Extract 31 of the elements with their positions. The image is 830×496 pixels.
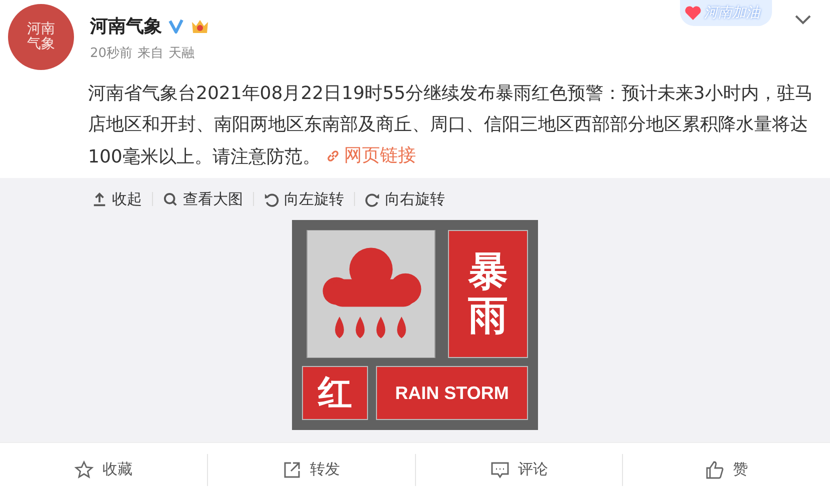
author-name[interactable]: 河南气象 bbox=[90, 14, 162, 38]
source-name[interactable]: 天融 bbox=[168, 44, 195, 62]
sign-level: 红 bbox=[302, 366, 368, 420]
chevron-down-icon[interactable] bbox=[794, 14, 812, 26]
verified-icon bbox=[168, 18, 184, 34]
post-time[interactable]: 20秒前 bbox=[90, 44, 133, 62]
upload-icon bbox=[92, 192, 107, 206]
star-icon bbox=[74, 460, 94, 480]
avatar[interactable]: 河南气象 bbox=[8, 4, 74, 70]
toolbar-button[interactable]: 向左旋转 bbox=[264, 190, 344, 208]
search-icon bbox=[163, 192, 178, 206]
action-button[interactable]: 赞 bbox=[623, 460, 830, 480]
toolbar-button[interactable]: 收起 bbox=[92, 190, 142, 208]
post-text: 河南省气象台2021年08月22日19时55分继续发布暴雨红色预警：预计未来3小时内，驻马店地区和开封、南阳两地区东南部及商丘、周口、信阳三地区西部部分地区累积降水量将达100毫米以上。请注意防范。 网页链接 bbox=[88, 78, 820, 178]
toolbar-button[interactable]: 向右旋转 bbox=[365, 190, 445, 208]
sign-english: RAIN STORM bbox=[376, 366, 528, 420]
heart-icon bbox=[684, 5, 702, 21]
action-button[interactable]: 转发 bbox=[208, 460, 414, 480]
action-button[interactable]: 收藏 bbox=[0, 460, 207, 480]
thumbs-up-icon bbox=[705, 460, 726, 480]
source-label: 来自 bbox=[138, 45, 164, 62]
link-icon bbox=[326, 148, 340, 162]
sign-title: 暴雨 bbox=[448, 230, 528, 358]
warning-sign[interactable]: 暴雨 红 RAIN STORM bbox=[292, 220, 538, 430]
decoration-banner: 河南加油 bbox=[680, 0, 772, 26]
toolbar-button[interactable]: 查看大图 bbox=[163, 190, 243, 208]
rotate-left-icon bbox=[264, 192, 279, 206]
share-icon bbox=[282, 460, 302, 480]
rotate-right-icon bbox=[365, 192, 380, 206]
action-button[interactable]: 评论 bbox=[416, 460, 622, 480]
comment-icon bbox=[490, 460, 510, 480]
